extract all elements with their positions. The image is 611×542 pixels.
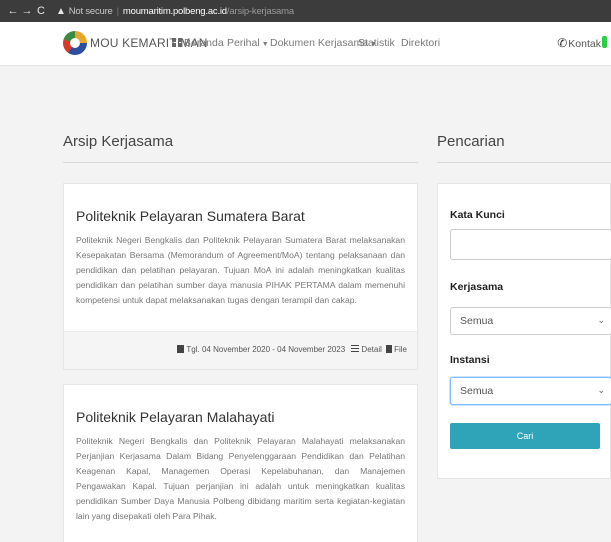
card-title[interactable]: Politeknik Pelayaran Sumatera Barat [76,208,305,224]
page-title: Arsip Kerjasama [63,133,174,150]
title-divider [63,162,418,163]
sidebar-divider [437,162,611,163]
card-description: Politeknik Negeri Bengkalis dan Politekn… [76,235,405,305]
kerjasama-selected-value: Semua [460,315,494,327]
search-panel: Kata Kunci Kerjasama Semua ⌄ Instansi Se… [437,183,611,479]
card-meta: Tgl. 04 November 2020 - 04 November 2023… [175,345,407,354]
sidebar-title: Pencarian [437,133,505,150]
caret-down-icon: ▼ [261,41,269,48]
url-host: moumaritim.polbeng.ac.id [122,5,227,17]
phone-icon: ✆ [557,36,568,50]
list-icon [351,345,360,352]
file-icon [386,345,393,353]
agreement-card: Politeknik Pelayaran Sumatera Barat Poli… [63,183,418,370]
instansi-selected-value: Semua [460,385,494,397]
not-secure-label: Not secure [68,5,113,17]
kerjasama-label: Kerjasama [450,281,504,293]
card-footer: Tgl. 04 November 2020 - 04 November 2023… [64,331,417,369]
keyword-label: Kata Kunci [450,209,505,221]
notification-badge [602,36,607,48]
card-description: Politeknik Negeri Bengkalis dan Politekn… [76,436,405,521]
warning-triangle-icon[interactable]: ▲ [56,6,66,17]
keyword-input[interactable] [450,229,611,260]
instansi-select[interactable]: Semua ⌄ [450,377,611,405]
back-arrow-icon[interactable]: ← [6,5,20,17]
address-bar[interactable]: ▲ Not secure | moumaritim.polbeng.ac.id /… [56,2,611,20]
agreement-date: Tgl. 04 November 2020 - 04 November 2023 [186,345,346,354]
file-link[interactable]: File [394,345,407,354]
site-navbar: MOU KEMARITIMAN Beranda Perihal ▼ Dokumen… [0,22,611,66]
url-path: /arsip-kerjasama [226,5,294,17]
site-logo-icon[interactable] [63,31,87,55]
nav-item-perihal[interactable]: Perihal ▼ [227,37,269,49]
instansi-label: Instansi [450,354,490,366]
agreement-card: Politeknik Pelayaran Malahayati Politekn… [63,384,418,542]
nav-item-kontak[interactable]: ✆Kontak [557,36,607,50]
card-title[interactable]: Politeknik Pelayaran Malahayati [76,409,274,425]
nav-item-beranda[interactable]: Beranda [172,37,224,49]
detail-link[interactable]: Detail [361,345,381,354]
chevron-down-icon: ⌄ [597,385,605,395]
browser-toolbar: ← → C ▲ Not secure | moumaritim.polbeng.… [0,0,611,22]
nav-item-direktori[interactable]: Direktori [401,37,440,49]
forward-arrow-icon[interactable]: → [20,5,34,17]
reload-icon[interactable]: C [34,5,48,17]
search-button[interactable]: Cari [450,423,600,449]
chevron-down-icon: ⌄ [597,315,605,325]
grid-icon [172,38,182,47]
kerjasama-select[interactable]: Semua ⌄ [450,307,611,335]
url-separator: | [116,5,120,17]
nav-item-statistik[interactable]: Statistik [358,37,395,49]
calendar-icon [177,345,185,353]
